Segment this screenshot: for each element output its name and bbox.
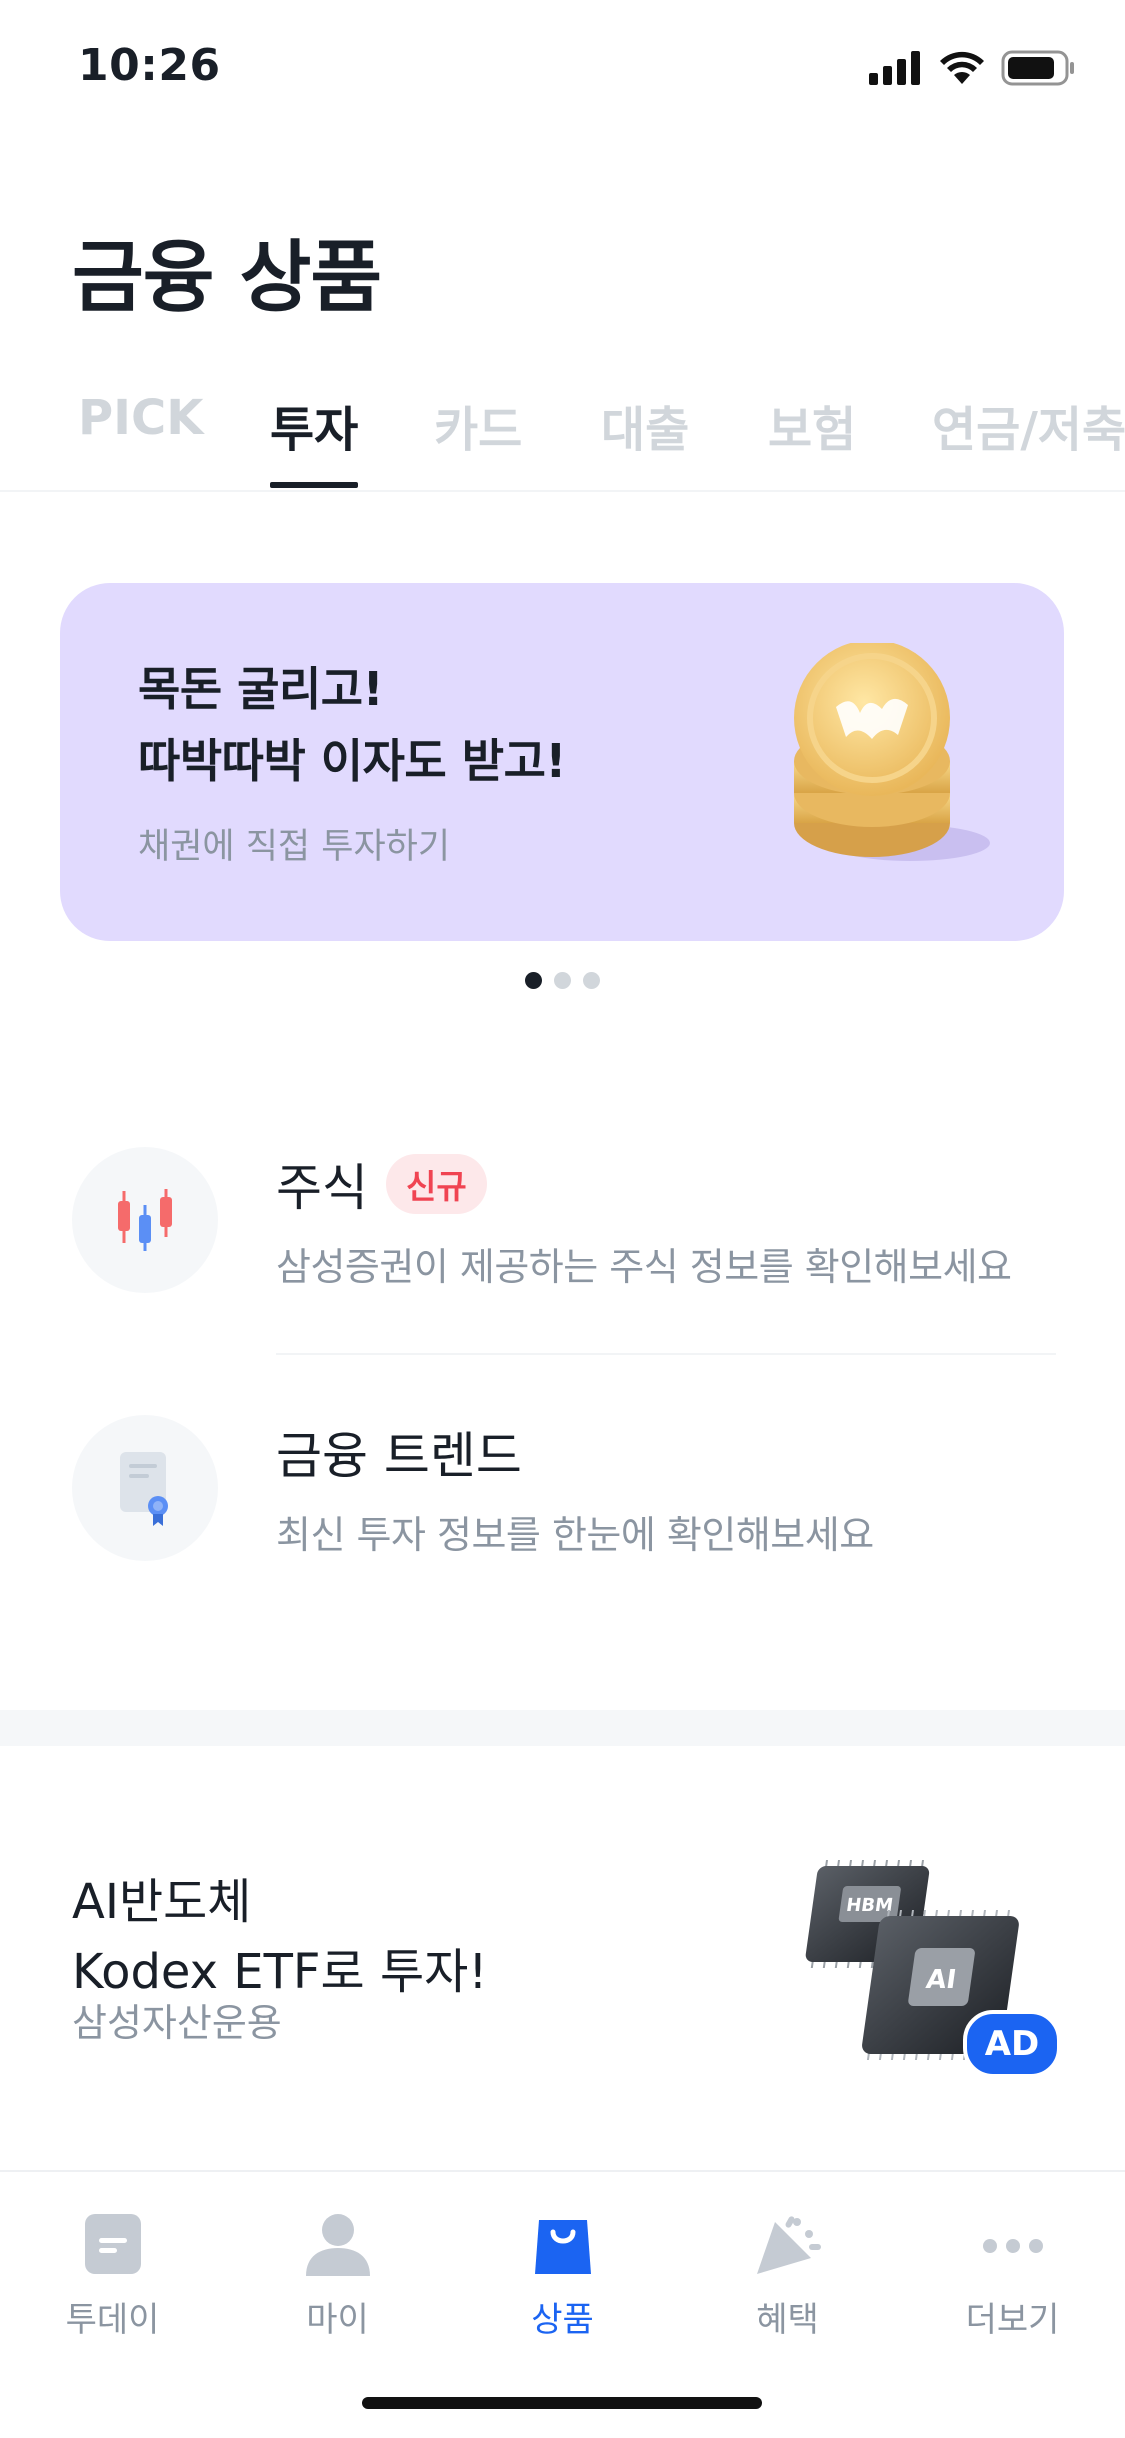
- banner-headline-1: 목돈 굴리고!: [138, 662, 384, 716]
- status-icons: [869, 48, 1075, 88]
- pagination-dot: [583, 972, 600, 989]
- nav-label: 투데이: [65, 2300, 160, 2340]
- tab-insurance[interactable]: 보험: [768, 390, 856, 460]
- ad-sponsor: 삼성자산운용: [72, 2001, 282, 2045]
- nav-label: 마이: [306, 2300, 369, 2340]
- ad-headline-1[interactable]: AI반도체: [72, 1862, 251, 1932]
- list-item-stocks[interactable]: 주식 신규 삼성증권이 제공하는 주식 정보를 확인해보세요: [0, 1128, 1125, 1328]
- ad-badge: AD: [963, 2010, 1061, 2078]
- tab-loan[interactable]: 대출: [601, 390, 689, 460]
- list-divider: [276, 1353, 1056, 1355]
- banner-headline-2: 따박따박 이자도 받고!: [138, 734, 566, 788]
- nav-today[interactable]: 투데이: [0, 2212, 225, 2341]
- nav-benefits[interactable]: 혜택: [675, 2212, 900, 2341]
- list-item-subtitle: 최신 투자 정보를 한눈에 확인해보세요: [276, 1513, 874, 1557]
- list-item-title: 주식: [276, 1159, 368, 1217]
- shopping-bag-icon: [534, 2220, 591, 2274]
- battery-icon: [1001, 50, 1074, 86]
- ai-chip-label: AI: [924, 1965, 958, 1995]
- list-item-title: 금융 트렌드: [276, 1427, 522, 1485]
- nav-more[interactable]: 더보기: [900, 2212, 1125, 2341]
- person-icon: [305, 2214, 370, 2276]
- nav-label: 더보기: [965, 2300, 1060, 2340]
- home-indicator: [362, 2397, 762, 2409]
- tabs-divider: [0, 490, 1125, 492]
- candlestick-chart-icon: [72, 1147, 218, 1293]
- nav-label: 혜택: [756, 2300, 819, 2340]
- status-time: 10:26: [78, 40, 221, 91]
- tab-pick[interactable]: PICK: [78, 390, 203, 446]
- page-title: 금융 상품: [72, 233, 382, 323]
- nav-label: 상품: [531, 2300, 594, 2340]
- banner-pagination: [525, 972, 600, 989]
- list-item-subtitle: 삼성증권이 제공하는 주식 정보를 확인해보세요: [276, 1245, 1012, 1289]
- section-separator: [0, 1710, 1125, 1746]
- nav-my[interactable]: 마이: [225, 2212, 450, 2341]
- active-tab-indicator: [270, 482, 358, 488]
- tab-pension-savings[interactable]: 연금/저축: [932, 390, 1125, 460]
- tab-card[interactable]: 카드: [434, 390, 522, 460]
- tab-invest[interactable]: 투자: [270, 390, 358, 460]
- category-tabs: PICK 투자 카드 대출 보험 연금/저축: [0, 380, 1125, 490]
- new-badge: 신규: [386, 1154, 487, 1214]
- hbm-chip-label: HBM: [845, 1895, 895, 1916]
- list-item-finance-trend[interactable]: 금융 트렌드 최신 투자 정보를 한눈에 확인해보세요: [0, 1396, 1125, 1596]
- coin-stack-icon: [794, 643, 990, 861]
- today-icon: [84, 2214, 141, 2274]
- nav-products[interactable]: 상품: [450, 2212, 675, 2341]
- more-dots-icon: [982, 2239, 1043, 2253]
- cellular-signal-icon: [869, 51, 920, 85]
- wifi-icon: [940, 51, 984, 84]
- promo-banner[interactable]: 목돈 굴리고! 따박따박 이자도 받고! 채권에 직접 투자하기: [60, 583, 1064, 941]
- banner-subtitle: 채권에 직접 투자하기: [138, 827, 451, 867]
- party-popper-icon: [756, 2216, 821, 2274]
- document-certificate-icon: [72, 1415, 218, 1561]
- pagination-dot-active: [525, 972, 542, 989]
- pagination-dot: [554, 972, 571, 989]
